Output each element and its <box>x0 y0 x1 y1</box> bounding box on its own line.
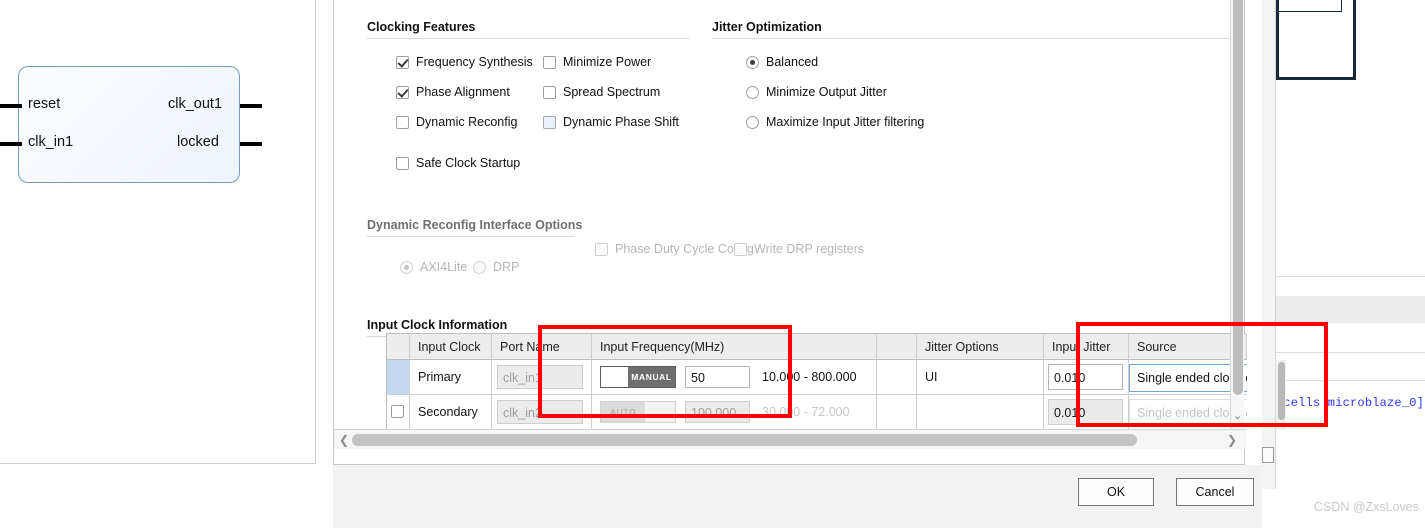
annotation-rect-source <box>1076 322 1328 427</box>
label-axi4lite: AXI4Lite <box>420 260 468 274</box>
label-minimize-power: Minimize Power <box>563 55 652 69</box>
pin-label-locked: locked <box>177 134 219 150</box>
pin-label-clk-out1: clk_out1 <box>168 96 223 112</box>
ip-block-symbol <box>18 66 240 183</box>
rule-clocking-features <box>367 38 689 39</box>
label-write-drp-registers: Write DRP registers <box>754 242 864 256</box>
horizontal-scrollbar-thumb[interactable] <box>352 434 1137 446</box>
checkbox-phase-duty-cycle-config <box>595 243 608 256</box>
pin-stub-reset <box>0 104 22 108</box>
radio-minimize-output-jitter[interactable] <box>746 86 759 99</box>
ok-button[interactable]: OK <box>1078 478 1154 506</box>
label-phase-alignment: Phase Alignment <box>416 85 510 99</box>
radio-axi4lite <box>400 261 413 274</box>
annotation-rect-input-frequency <box>538 325 792 418</box>
pin-label-reset: reset <box>28 96 61 112</box>
checkbox-safe-clock-startup[interactable] <box>396 157 409 170</box>
horizontal-scrollbar[interactable]: ❮ ❯ <box>334 429 1246 449</box>
pin-stub-locked <box>240 142 262 146</box>
ip-symbol-panel: reset clk_in1 clk_out1 locked <box>0 0 316 464</box>
scroll-right-icon[interactable]: ❯ <box>1227 434 1237 446</box>
rule-jitter-optimization <box>712 38 1232 39</box>
scroll-left-icon[interactable]: ❮ <box>339 434 349 446</box>
cell-enable-secondary[interactable] <box>387 395 410 430</box>
section-title-dynamic-reconfig: Dynamic Reconfig Interface Options <box>367 218 583 232</box>
label-frequency-synthesis: Frequency Synthesis <box>416 55 533 69</box>
background-divider-1 <box>1276 276 1425 277</box>
checkbox-spread-spectrum[interactable] <box>543 86 556 99</box>
section-title-input-clock-information: Input Clock Information <box>367 318 508 332</box>
pin-label-clk-in1: clk_in1 <box>28 134 74 150</box>
cell-spacer-secondary <box>877 395 917 430</box>
checkbox-minimize-power[interactable] <box>543 56 556 69</box>
label-dynamic-reconfig: Dynamic Reconfig <box>416 115 518 129</box>
radio-maximize-input-jitter-filtering[interactable] <box>746 116 759 129</box>
checkbox-dynamic-phase-shift[interactable] <box>543 116 556 129</box>
col-header-input-clock: Input Clock <box>410 334 492 360</box>
cell-spacer-primary <box>877 360 917 395</box>
watermark: CSDN @ZxsLoves <box>1313 500 1419 514</box>
dialog-footer: OK Cancel <box>333 465 1262 528</box>
cancel-button[interactable]: Cancel <box>1176 478 1254 506</box>
label-safe-clock-startup: Safe Clock Startup <box>416 156 521 170</box>
radio-drp <box>473 261 486 274</box>
background-navy-box <box>1276 0 1356 80</box>
background-gray-band <box>1276 296 1425 323</box>
cell-enable-primary[interactable] <box>387 360 410 395</box>
label-maximize-input-jitter-filtering: Maximize Input Jitter filtering <box>766 115 925 129</box>
label-minimize-output-jitter: Minimize Output Jitter <box>766 85 887 99</box>
section-title-jitter-optimization: Jitter Optimization <box>712 20 822 34</box>
checkbox-phase-alignment[interactable] <box>396 86 409 99</box>
col-header-spacer <box>877 334 917 360</box>
section-title-clocking-features: Clocking Features <box>367 20 476 34</box>
radio-balanced[interactable] <box>746 56 759 69</box>
cell-jitter-options-primary[interactable]: UI <box>917 360 1044 395</box>
col-header-jitter-options: Jitter Options <box>917 334 1044 360</box>
pin-stub-clk-in1 <box>0 142 22 146</box>
pin-stub-clk-out1 <box>240 104 262 108</box>
cell-input-clock-secondary: Secondary <box>410 395 492 430</box>
clocking-options-dialog: Clocking Features Frequency Synthesis Mi… <box>333 0 1286 528</box>
checkbox-dynamic-reconfig[interactable] <box>396 116 409 129</box>
label-spread-spectrum: Spread Spectrum <box>563 85 661 99</box>
checkbox-write-drp-registers <box>734 243 747 256</box>
cell-jitter-options-secondary <box>917 395 1044 430</box>
background-navy-inner-box <box>1278 0 1342 12</box>
cell-input-clock-primary: Primary <box>410 360 492 395</box>
checkbox-frequency-synthesis[interactable] <box>396 56 409 69</box>
background-small-button[interactable] <box>1262 447 1274 463</box>
label-drp: DRP <box>493 260 520 274</box>
col-header-enable <box>387 334 410 360</box>
label-balanced: Balanced <box>766 55 819 69</box>
label-dynamic-phase-shift: Dynamic Phase Shift <box>563 115 680 129</box>
rule-dynamic-reconfig <box>367 236 574 237</box>
checkbox-enable-secondary[interactable] <box>391 405 404 418</box>
